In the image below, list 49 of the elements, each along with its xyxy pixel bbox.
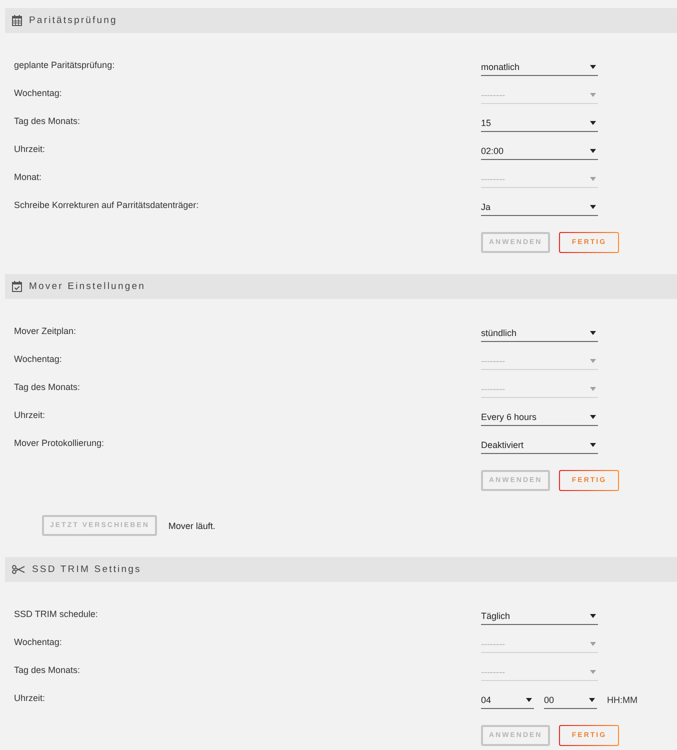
caret-icon (590, 670, 596, 674)
dropdown[interactable]: monatlich (481, 58, 598, 76)
field-label: Uhrzeit: (14, 693, 46, 703)
section-title: SSD TRIM Settings (32, 564, 142, 575)
field-label: SSD TRIM schedule: (14, 609, 99, 619)
field-label: geplante Paritätsprüfung: (14, 60, 116, 70)
dropdown[interactable]: 00 (544, 691, 597, 709)
dropdown[interactable]: stündlich (481, 324, 598, 342)
caret-icon (590, 92, 596, 96)
field-label: Mover Protokollierung: (14, 438, 106, 448)
section-title: Paritätsprüfung (29, 15, 118, 26)
field-label: Monat: (14, 172, 43, 182)
dropdown[interactable]: Every 6 hours (481, 408, 598, 426)
field-label: Wochentag: (14, 637, 63, 647)
field-label: Uhrzeit: (14, 410, 46, 420)
caret-icon (590, 148, 596, 152)
caret-icon (590, 358, 596, 362)
caret-icon (590, 614, 596, 618)
caret-icon (526, 698, 532, 702)
caret-icon (589, 698, 595, 702)
calendar-check-icon (12, 281, 22, 292)
caret-icon (590, 176, 596, 180)
caret-icon (590, 642, 596, 646)
field-label: Tag des Monats: (14, 665, 82, 675)
dropdown[interactable]: Ja (481, 198, 598, 216)
field-label: Mover Zeitplan: (14, 326, 78, 336)
calendar-icon (12, 15, 22, 26)
dropdown[interactable]: Täglich (481, 607, 598, 625)
mover-status-text: Mover läuft. (168, 520, 216, 530)
field-label: Wochentag: (14, 354, 63, 364)
caret-icon (590, 330, 596, 334)
section-title: Mover Einstellungen (29, 281, 146, 292)
dropdown[interactable]: 04 (481, 691, 534, 709)
field-label: Wochentag: (14, 88, 63, 98)
caret-icon (590, 442, 596, 446)
dropdown[interactable]: 02:00 (481, 142, 598, 160)
dropdown[interactable]: 15 (481, 114, 598, 132)
field-label: Schreibe Korrekturen auf Parritätsdatenträger: (14, 200, 200, 210)
field-label: Uhrzeit: (14, 144, 46, 154)
caret-icon (590, 64, 596, 68)
time-format-hint: HH:MM (607, 695, 638, 705)
dropdown[interactable]: Deaktiviert (481, 436, 598, 454)
caret-icon (590, 204, 596, 208)
caret-icon (590, 386, 596, 390)
scissors-icon (12, 565, 25, 574)
field-label: Tag des Monats: (14, 116, 82, 126)
caret-icon (590, 414, 596, 418)
field-label: Tag des Monats: (14, 382, 82, 392)
caret-icon (590, 120, 596, 124)
